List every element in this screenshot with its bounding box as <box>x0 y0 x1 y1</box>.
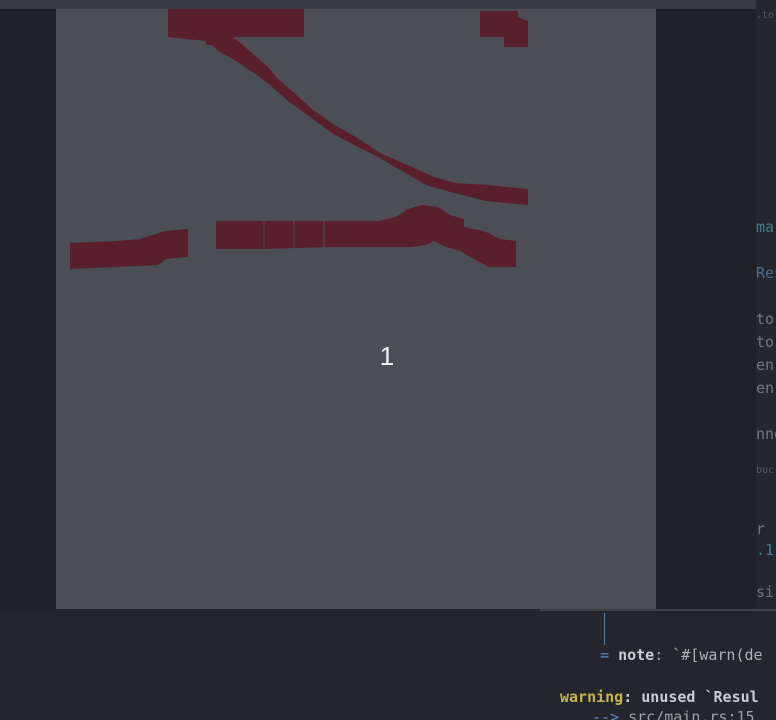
editor-fragment: si <box>756 583 775 601</box>
left-margin-panel <box>0 9 56 609</box>
terminal-divider <box>540 609 776 611</box>
location-line: --> src/main.rs:15 <box>592 708 755 720</box>
editor-tab-fragment: .to <box>756 10 775 21</box>
ink-strokes <box>70 9 528 269</box>
ink-stroke <box>206 39 528 205</box>
ink-stroke <box>216 205 516 267</box>
note-label: note <box>618 646 655 664</box>
note-line: = note: `#[warn(de <box>600 646 763 664</box>
right-margin-panel <box>656 9 756 609</box>
editor-fragment: to <box>756 310 775 328</box>
note-prefix: = <box>600 646 610 664</box>
editor-fragment: Res <box>756 264 776 282</box>
stroke-shapes <box>70 9 528 269</box>
drawing-canvas[interactable]: 1 <box>56 9 656 609</box>
editor-fragment: r <box>756 520 766 538</box>
editor-fragment: to <box>756 333 775 351</box>
editor-fragment: en <box>756 356 775 374</box>
warning-label: warning <box>560 688 624 706</box>
background-code-editor: .to ma Res to to en en nne buc r .11 si <box>756 0 776 609</box>
editor-fragment: buc <box>756 465 775 476</box>
editor-fragment: .11 <box>756 541 776 559</box>
terminal-panel: = note: `#[warn(de warning: unused `Resu… <box>0 609 776 720</box>
warning-text: : unused `Resul <box>623 688 759 706</box>
page-number: 1 <box>379 341 395 371</box>
location-arrow: --> <box>592 708 620 720</box>
top-title-strip <box>0 0 776 9</box>
note-text: : `#[warn(de <box>654 646 763 664</box>
editor-fragment: ma <box>756 218 775 236</box>
ink-stroke <box>480 11 528 47</box>
warning-line: warning: unused `Resul <box>560 688 759 706</box>
location-path: src/main.rs:15 <box>628 708 755 720</box>
editor-fragment: en <box>756 379 775 397</box>
ink-stroke <box>70 229 188 269</box>
terminal-gutter-pipe <box>604 613 605 645</box>
editor-fragment: nne <box>756 425 776 443</box>
